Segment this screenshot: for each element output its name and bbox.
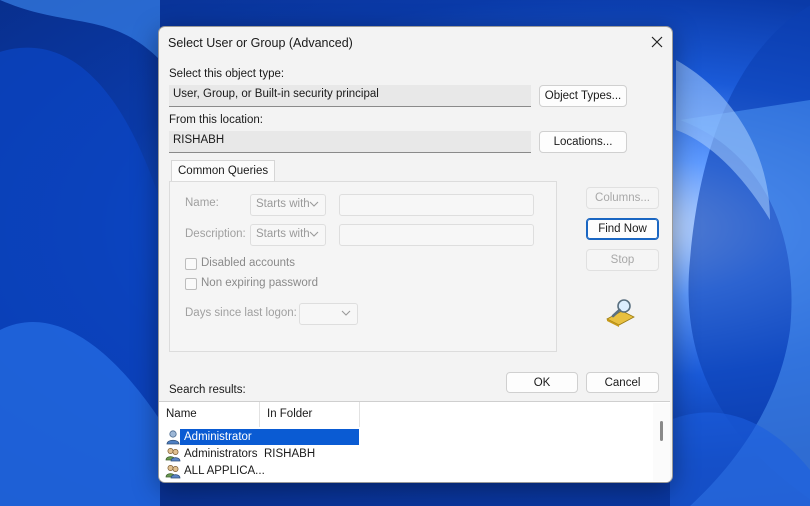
object-types-button[interactable]: Object Types... [539, 85, 627, 107]
location-field: RISHABH [169, 131, 531, 153]
user-icon [166, 430, 180, 445]
column-header-name[interactable]: Name [159, 402, 260, 427]
column-header-in-folder[interactable]: In Folder [260, 402, 360, 427]
group-icon [165, 465, 181, 479]
result-folder: RISHABH [264, 448, 316, 460]
cancel-button[interactable]: Cancel [586, 372, 659, 393]
stop-button[interactable]: Stop [586, 249, 659, 271]
results-scrollbar[interactable] [653, 403, 670, 481]
tab-common-queries[interactable]: Common Queries [171, 160, 276, 181]
disabled-accounts-label: Disabled accounts [201, 257, 295, 269]
result-name: Administrator [184, 431, 252, 443]
chevron-down-icon [341, 310, 351, 316]
location-label: From this location: [169, 114, 263, 126]
description-mode-select[interactable]: Starts with [250, 224, 326, 246]
dialog-title: Select User or Group (Advanced) [168, 36, 353, 50]
object-type-field: User, Group, or Built-in security princi… [169, 85, 531, 107]
search-flashlight-icon [606, 299, 635, 327]
non-expiring-label: Non expiring password [201, 277, 318, 289]
object-type-label: Select this object type: [169, 68, 285, 80]
days-logon-select[interactable] [299, 303, 358, 325]
days-logon-label: Days since last logon: [185, 307, 297, 319]
name-label: Name: [185, 197, 219, 209]
chevron-down-icon [309, 231, 319, 237]
close-button[interactable] [642, 27, 672, 57]
search-results-list[interactable]: Name In Folder Administrator Administrat… [159, 401, 670, 482]
common-queries-panel: Name: Starts with Description: Starts wi… [169, 181, 557, 352]
result-name: ALL APPLICA... [184, 465, 265, 477]
non-expiring-checkbox[interactable] [185, 278, 197, 290]
scrollbar-thumb[interactable] [660, 421, 663, 441]
columns-button[interactable]: Columns... [586, 187, 659, 209]
group-icon [165, 448, 181, 462]
select-user-dialog: Select User or Group (Advanced) Select t… [158, 26, 673, 483]
name-input[interactable] [339, 194, 534, 216]
description-mode-value: Starts with [256, 228, 310, 240]
close-icon [651, 36, 663, 48]
search-results-label: Search results: [169, 384, 246, 396]
disabled-accounts-checkbox[interactable] [185, 258, 197, 270]
ok-button[interactable]: OK [506, 372, 578, 393]
name-mode-value: Starts with [256, 198, 310, 210]
locations-button[interactable]: Locations... [539, 131, 627, 153]
name-mode-select[interactable]: Starts with [250, 194, 326, 216]
description-label: Description: [185, 228, 246, 240]
description-input[interactable] [339, 224, 534, 246]
result-name: Administrators [184, 448, 258, 460]
find-now-button[interactable]: Find Now [586, 218, 659, 240]
chevron-down-icon [309, 201, 319, 207]
